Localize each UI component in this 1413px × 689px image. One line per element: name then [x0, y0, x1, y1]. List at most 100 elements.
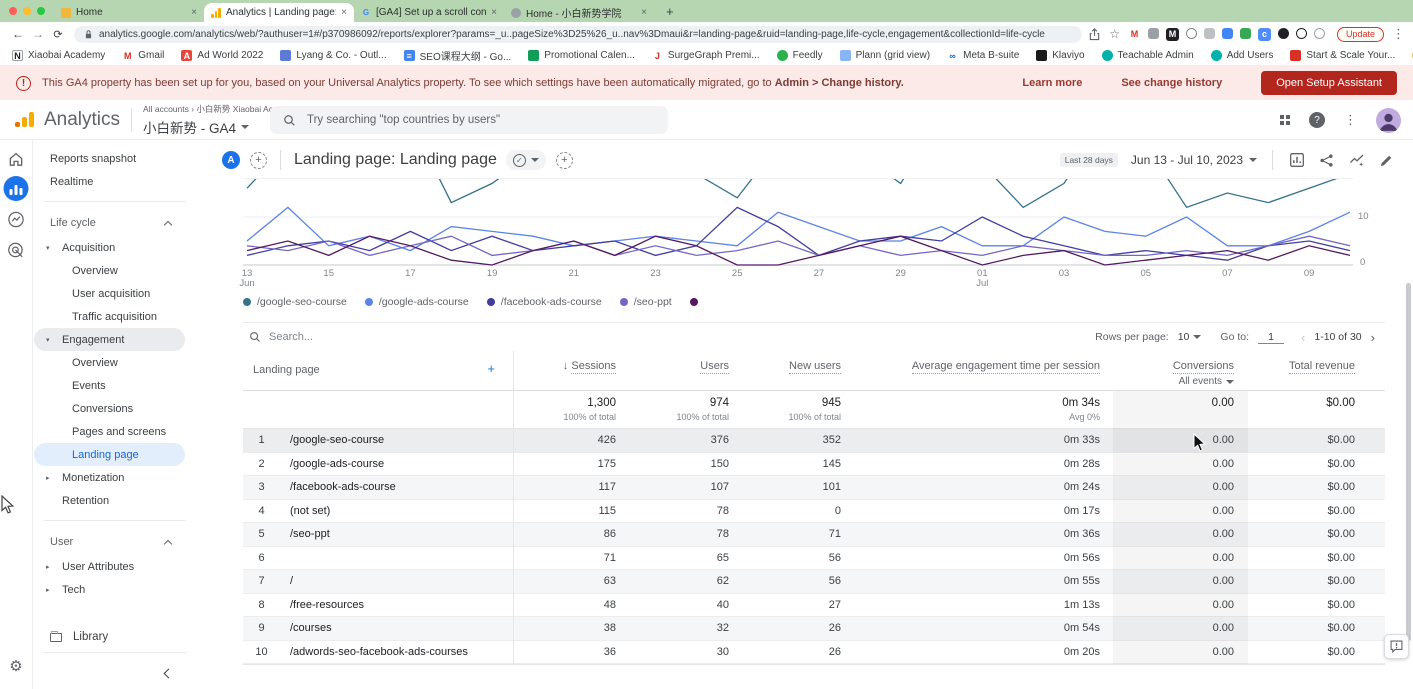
sidebar-item-realtime[interactable]: Realtime: [34, 170, 186, 193]
add-comparison-button[interactable]: +: [250, 152, 267, 169]
sidebar-item-tech[interactable]: ▸Tech: [34, 578, 186, 601]
badge-extension-icon[interactable]: [1204, 28, 1215, 39]
feedback-button[interactable]: [1384, 634, 1409, 659]
bookmark-item[interactable]: Start & Scale Your...: [1290, 48, 1395, 63]
search-input[interactable]: Try searching "top countries by users": [270, 106, 668, 134]
bookmark-item[interactable]: Add Users: [1211, 48, 1274, 63]
close-window-icon[interactable]: [9, 7, 17, 15]
previous-page-icon[interactable]: ‹: [1301, 330, 1305, 345]
share-page-icon[interactable]: [1088, 28, 1101, 41]
bookmark-item[interactable]: Teachable Admin: [1102, 48, 1194, 63]
column-header-landing-page[interactable]: Landing page+: [243, 351, 513, 390]
report-status-pill[interactable]: ✓: [506, 150, 546, 170]
gmail-extension-icon[interactable]: M: [1128, 28, 1141, 41]
sidebar-item-library[interactable]: Library: [50, 631, 108, 643]
contrast-extension-icon[interactable]: [1296, 28, 1307, 39]
add-dimension-icon[interactable]: +: [487, 364, 495, 390]
docs-extension-icon[interactable]: [1222, 28, 1233, 39]
sidebar-section-life-cycle[interactable]: Life cycle: [34, 210, 186, 236]
maximize-window-icon[interactable]: [37, 7, 45, 15]
tab-close-icon[interactable]: ×: [491, 7, 497, 18]
page-scrollbar[interactable]: [1406, 283, 1411, 641]
bookmark-item[interactable]: Promotional Calen...: [528, 48, 635, 63]
sidebar-item-traffic-acquisition[interactable]: Traffic acquisition: [34, 305, 186, 328]
rows-per-page-select[interactable]: 10: [1178, 331, 1202, 343]
reports-icon[interactable]: [4, 176, 29, 201]
swoosh-extension-icon[interactable]: c: [1258, 28, 1271, 41]
avatar[interactable]: [1376, 108, 1401, 133]
add-report-button[interactable]: +: [556, 152, 573, 169]
mark-extension-icon[interactable]: M: [1166, 28, 1179, 41]
url-bar[interactable]: analytics.google.com/analytics/web/?auth…: [74, 26, 1082, 43]
ga-menu-icon[interactable]: ⋮: [1344, 112, 1357, 128]
table-search-input[interactable]: Search...: [269, 331, 313, 343]
legend-item[interactable]: /seo-ppt: [620, 296, 672, 308]
sidebar-item-retention[interactable]: Retention: [34, 489, 186, 512]
sidebar-item-landing-page[interactable]: Landing page: [34, 443, 185, 466]
bookmark-item[interactable]: Klaviyo: [1036, 48, 1084, 63]
sidebar-section-user[interactable]: User: [34, 529, 186, 555]
sidebar-item-acquisition[interactable]: ▾Acquisition: [34, 236, 186, 259]
sidebar-item-overview[interactable]: Overview: [34, 259, 186, 282]
goto-page-input[interactable]: 1: [1258, 331, 1284, 344]
bookmark-item[interactable]: ≡SEO课程大纲 - Go...: [404, 48, 512, 63]
collapse-sidebar-icon[interactable]: [164, 669, 174, 679]
bookmark-item[interactable]: Plann (grid view): [840, 48, 930, 63]
browser-menu-icon[interactable]: ⋮: [1392, 26, 1405, 42]
date-range-picker[interactable]: Jun 13 - Jul 10, 2023: [1131, 153, 1257, 167]
edit-pencil-icon[interactable]: [1378, 152, 1395, 169]
bookmark-item[interactable]: Feedly: [777, 48, 823, 63]
bookmark-item[interactable]: AAd World 2022: [181, 48, 263, 63]
camera-extension-icon[interactable]: [1186, 28, 1197, 39]
help-icon[interactable]: ?: [1309, 112, 1325, 128]
sidebar-item-pages-and-screens[interactable]: Pages and screens: [34, 420, 186, 443]
tab-close-icon[interactable]: ×: [341, 7, 347, 18]
column-header-new-users[interactable]: New users: [733, 351, 845, 390]
back-button[interactable]: ←: [8, 27, 28, 41]
explore-icon[interactable]: [7, 210, 26, 234]
ga-apps-grid-icon[interactable]: [1280, 115, 1290, 125]
insights-icon[interactable]: [1348, 152, 1365, 169]
sidebar-item-monetization[interactable]: ▸Monetization: [34, 466, 186, 489]
tab-close-icon[interactable]: ×: [191, 7, 197, 18]
learn-more-link[interactable]: Learn more: [1022, 77, 1082, 89]
legend-item[interactable]: /google-seo-course: [243, 296, 347, 308]
bookmark-item[interactable]: Lyang & Co. - Outl...: [280, 48, 386, 63]
sheets-extension-icon[interactable]: [1240, 28, 1251, 39]
reload-button[interactable]: ⟳: [48, 28, 68, 41]
variant-chip[interactable]: A: [222, 151, 240, 169]
sidebar-item-engagement[interactable]: ▾Engagement: [34, 328, 185, 351]
legend-item[interactable]: /facebook-ads-course: [487, 296, 602, 308]
bookmark-item[interactable]: NXiaobai Academy: [12, 48, 105, 63]
browser-tab[interactable]: Home×: [54, 3, 204, 22]
pin-extension-icon[interactable]: [1278, 28, 1289, 39]
column-header-total-revenue[interactable]: Total revenue: [1248, 351, 1385, 390]
tab-close-icon[interactable]: ×: [641, 7, 647, 18]
chrome-update-button[interactable]: Update: [1337, 27, 1384, 42]
bookmark-item[interactable]: JSurgeGraph Premi...: [652, 48, 760, 63]
advertising-icon[interactable]: [7, 241, 26, 265]
new-tab-button[interactable]: +: [666, 4, 674, 19]
sidebar-item-reports-snapshot[interactable]: Reports snapshot: [34, 147, 186, 170]
sidebar-item-events[interactable]: Events: [34, 374, 186, 397]
sidebar-item-user-acquisition[interactable]: User acquisition: [34, 282, 186, 305]
conversions-events-filter[interactable]: All events: [1113, 376, 1234, 387]
column-header-conversions[interactable]: ConversionsAll events: [1113, 351, 1248, 390]
bookmark-item[interactable]: ∞Meta B-suite: [947, 48, 1019, 63]
browser-tab[interactable]: Home - 小白新势学院×: [504, 3, 654, 22]
browser-tab[interactable]: G[GA4] Set up a scroll conversi×: [354, 3, 504, 22]
home-icon[interactable]: [8, 151, 25, 173]
minimize-window-icon[interactable]: [23, 7, 31, 15]
legend-item[interactable]: /google-ads-course: [365, 296, 469, 308]
see-change-history-link[interactable]: See change history: [1121, 77, 1222, 89]
next-page-icon[interactable]: ›: [1371, 330, 1375, 345]
column-header-users[interactable]: Users: [620, 351, 733, 390]
pen-extension-icon[interactable]: [1148, 28, 1159, 39]
bookmark-star-icon[interactable]: ☆: [1109, 27, 1120, 41]
sidebar-item-user-attributes[interactable]: ▸User Attributes: [34, 555, 186, 578]
open-setup-assistant-button[interactable]: Open Setup Assistant: [1261, 71, 1397, 95]
muted-extension-icon[interactable]: [1314, 28, 1325, 39]
column-header-sessions[interactable]: ↓ Sessions: [513, 351, 620, 390]
legend-item[interactable]: [690, 298, 698, 306]
compare-report-icon[interactable]: [1288, 152, 1305, 169]
